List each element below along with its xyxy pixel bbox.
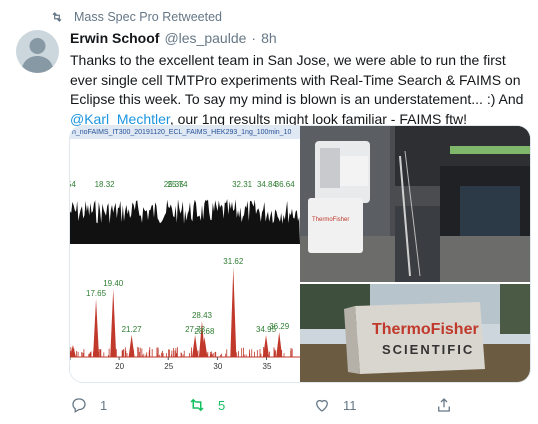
chromatogram-chart: 5418.3225.3525.7432.3134.8436.64517.6519… — [70, 139, 300, 382]
tweet-header: Erwin Schoof @les_paulde · 8h — [70, 30, 277, 46]
top-peak-label: 54 — [70, 180, 76, 189]
bottom-peak-label: 21.27 — [122, 325, 143, 334]
bottom-peak-label: 36.29 — [269, 322, 290, 331]
reply-button[interactable]: 1 — [70, 396, 107, 414]
like-count: 11 — [343, 397, 357, 413]
reply-icon — [72, 398, 86, 413]
sign-brand-line2: SCIENTIFIC — [382, 342, 474, 357]
retweet-label: Mass Spec Pro Retweeted — [74, 10, 222, 24]
x-tick-label: 25 — [164, 362, 173, 371]
bottom-peak-label: 28.68 — [194, 327, 215, 336]
top-peak-label: 36.64 — [275, 180, 296, 189]
retweet-count: 5 — [218, 397, 226, 413]
lab-instrument-illustration: ThermoFisher — [300, 126, 530, 282]
tweet-text-part1: Thanks to the excellent team in San Jose… — [70, 52, 524, 107]
x-tick-label: 30 — [213, 362, 222, 371]
top-peak-label: 32.31 — [232, 180, 253, 189]
tweet-text: Thanks to the excellent team in San Jose… — [70, 51, 525, 129]
top-peak-label: 25.74 — [168, 180, 189, 189]
retweet-icon — [52, 12, 62, 22]
x-tick-label: 35 — [263, 362, 272, 371]
top-peak-label: 18.32 — [95, 180, 116, 189]
retweet-button[interactable]: 5 — [188, 396, 225, 414]
avatar[interactable] — [16, 30, 59, 73]
retweet-context[interactable]: Mass Spec Pro Retweeted — [50, 8, 222, 26]
author-handle[interactable]: @les_paulde — [164, 30, 246, 46]
chromatogram-image[interactable]: n_noFAIMS_IT300_20191120_ECL_FAIMS_HEK29… — [70, 126, 300, 382]
sign-illustration: ThermoFisher SCIENTIFIC — [300, 284, 530, 382]
sign-brand-line1: ThermoFisher — [372, 321, 479, 338]
chart-title: n_noFAIMS_IT300_20191120_ECL_FAIMS_HEK29… — [70, 126, 300, 139]
share-icon — [438, 398, 450, 412]
bottom-peak-label: 17.65 — [86, 289, 107, 298]
media-grid: n_noFAIMS_IT300_20191120_ECL_FAIMS_HEK29… — [69, 125, 531, 383]
share-button[interactable] — [435, 396, 453, 414]
like-icon — [316, 399, 328, 412]
instrument-brand-label: ThermoFisher — [312, 217, 349, 223]
bottom-peak-label: 28.43 — [192, 311, 213, 320]
bottom-peak-label: 19.40 — [103, 279, 124, 288]
tweet-timestamp[interactable]: 8h — [261, 30, 277, 46]
bottom-peak-label: 31.62 — [223, 257, 244, 266]
author-name[interactable]: Erwin Schoof — [70, 30, 159, 46]
retweet-icon — [190, 398, 204, 412]
instrument-photo[interactable]: ThermoFisher — [300, 126, 530, 282]
thermofisher-sign-photo[interactable]: ThermoFisher SCIENTIFIC — [300, 284, 530, 382]
reply-count: 1 — [100, 397, 108, 413]
x-tick-label: 20 — [115, 362, 124, 371]
default-avatar-icon — [21, 38, 54, 73]
like-button[interactable]: 11 — [313, 396, 357, 414]
tweet-actions: 1 5 11 — [70, 396, 450, 416]
separator-dot: · — [251, 30, 257, 46]
